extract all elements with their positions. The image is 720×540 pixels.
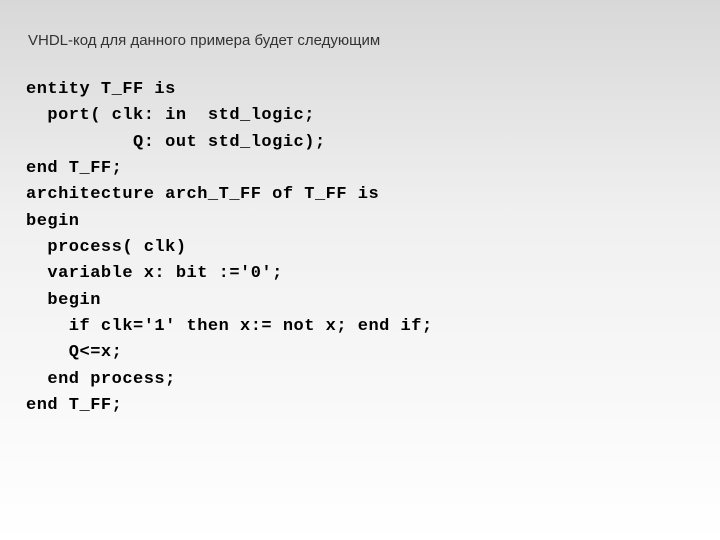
code-line: if clk='1' then x:= not x; end if; [26, 317, 433, 336]
code-line: end T_FF; [26, 159, 122, 178]
code-line: architecture arch_T_FF of T_FF is [26, 185, 379, 204]
code-line: port( clk: in std_logic; [26, 106, 315, 125]
code-line: variable x: bit :='0'; [26, 264, 283, 283]
code-line: Q: out std_logic); [26, 133, 326, 152]
code-line: end process; [26, 370, 176, 389]
code-line: entity T_FF is [26, 80, 176, 99]
code-line: process( clk) [26, 238, 187, 257]
code-line: end T_FF; [26, 396, 122, 415]
vhdl-code-block: entity T_FF is port( clk: in std_logic; … [0, 49, 720, 419]
code-line: begin [26, 212, 80, 231]
slide-title: VHDL-код для данного примера будет следу… [0, 0, 720, 49]
code-line: begin [26, 291, 101, 310]
code-line: Q<=x; [26, 343, 122, 362]
